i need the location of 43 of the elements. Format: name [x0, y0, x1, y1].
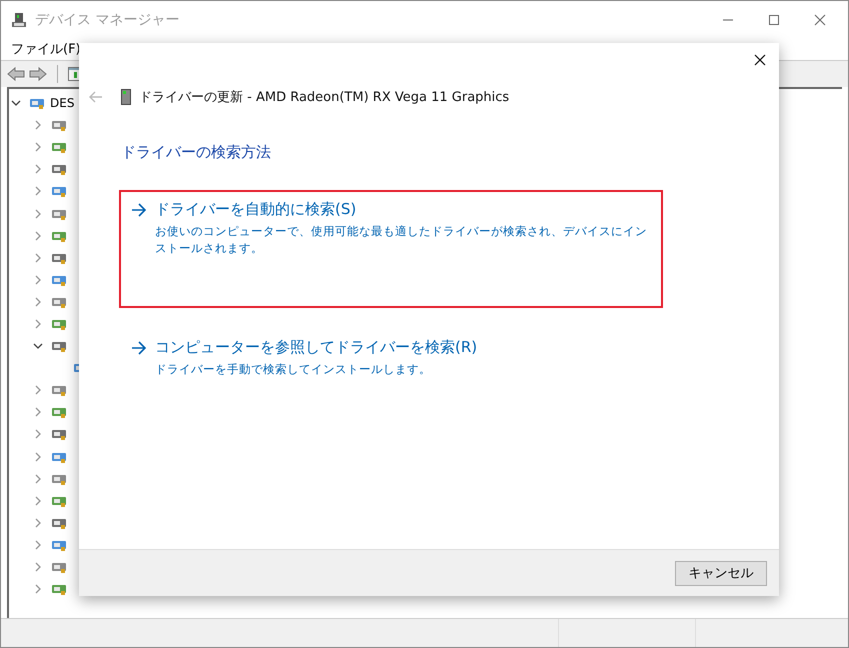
- search-option[interactable]: ドライバーを自動的に検索(S) お使いのコンピューターで、使用可能な最も適したドライバーが検索され、デバイスにインストールされます。: [119, 190, 663, 308]
- collapsed-chevron-icon[interactable]: [33, 274, 43, 285]
- forward-icon[interactable]: [29, 66, 47, 82]
- collapsed-chevron-icon[interactable]: [33, 496, 43, 506]
- collapsed-chevron-icon[interactable]: [33, 429, 43, 440]
- tree-item-label[interactable]: DES: [50, 96, 74, 110]
- dialog-heading: ドライバーの検索方法: [121, 143, 272, 162]
- computer-icon: [11, 12, 27, 28]
- collapsed-chevron-icon[interactable]: [33, 584, 43, 594]
- arrow-icon: [131, 202, 147, 216]
- collapsed-chevron-icon[interactable]: [33, 120, 43, 130]
- collapsed-chevron-icon[interactable]: [33, 296, 43, 307]
- back-arrow-icon[interactable]: [89, 91, 103, 103]
- collapsed-chevron-icon[interactable]: [33, 474, 43, 484]
- collapsed-chevron-icon[interactable]: [33, 562, 43, 572]
- collapsed-chevron-icon[interactable]: [33, 407, 43, 418]
- back-icon[interactable]: [7, 66, 25, 82]
- close-icon[interactable]: [754, 54, 766, 66]
- window-title: デバイス マネージャー: [35, 10, 180, 28]
- option-title: コンピューターを参照してドライバーを検索(R): [155, 338, 478, 357]
- dialog-title: ドライバーの更新 - AMD Radeon(TM) RX Vega 11 Graphics: [139, 89, 510, 106]
- arrow-icon: [131, 340, 147, 354]
- collapsed-chevron-icon[interactable]: [33, 540, 43, 550]
- collapsed-chevron-icon[interactable]: [33, 252, 43, 263]
- expanded-chevron-icon[interactable]: [33, 341, 43, 352]
- collapsed-chevron-icon[interactable]: [33, 208, 43, 219]
- menu-item[interactable]: ファイル(F): [11, 40, 81, 58]
- collapsed-chevron-icon[interactable]: [33, 142, 43, 152]
- expanded-chevron-icon[interactable]: [11, 98, 21, 108]
- collapsed-chevron-icon[interactable]: [33, 452, 43, 462]
- option-description: お使いのコンピューターで、使用可能な最も適したドライバーが検索され、デバイスにインストールされます。: [155, 223, 648, 258]
- device-icon: [121, 89, 131, 105]
- collapsed-chevron-icon[interactable]: [33, 385, 43, 396]
- maximize-icon[interactable]: [768, 14, 780, 26]
- collapsed-chevron-icon[interactable]: [33, 230, 43, 241]
- collapsed-chevron-icon[interactable]: [33, 518, 43, 528]
- collapsed-chevron-icon[interactable]: [33, 318, 43, 329]
- option-description: ドライバーを手動で検索してインストールします。: [155, 361, 432, 378]
- option-title: ドライバーを自動的に検索(S): [155, 200, 356, 219]
- cancel-button[interactable]: キャンセル: [675, 560, 767, 586]
- search-option[interactable]: コンピューターを参照してドライバーを検索(R) ドライバーを手動で検索してインストールします。: [119, 328, 663, 388]
- collapsed-chevron-icon[interactable]: [33, 186, 43, 196]
- collapsed-chevron-icon[interactable]: [33, 164, 43, 174]
